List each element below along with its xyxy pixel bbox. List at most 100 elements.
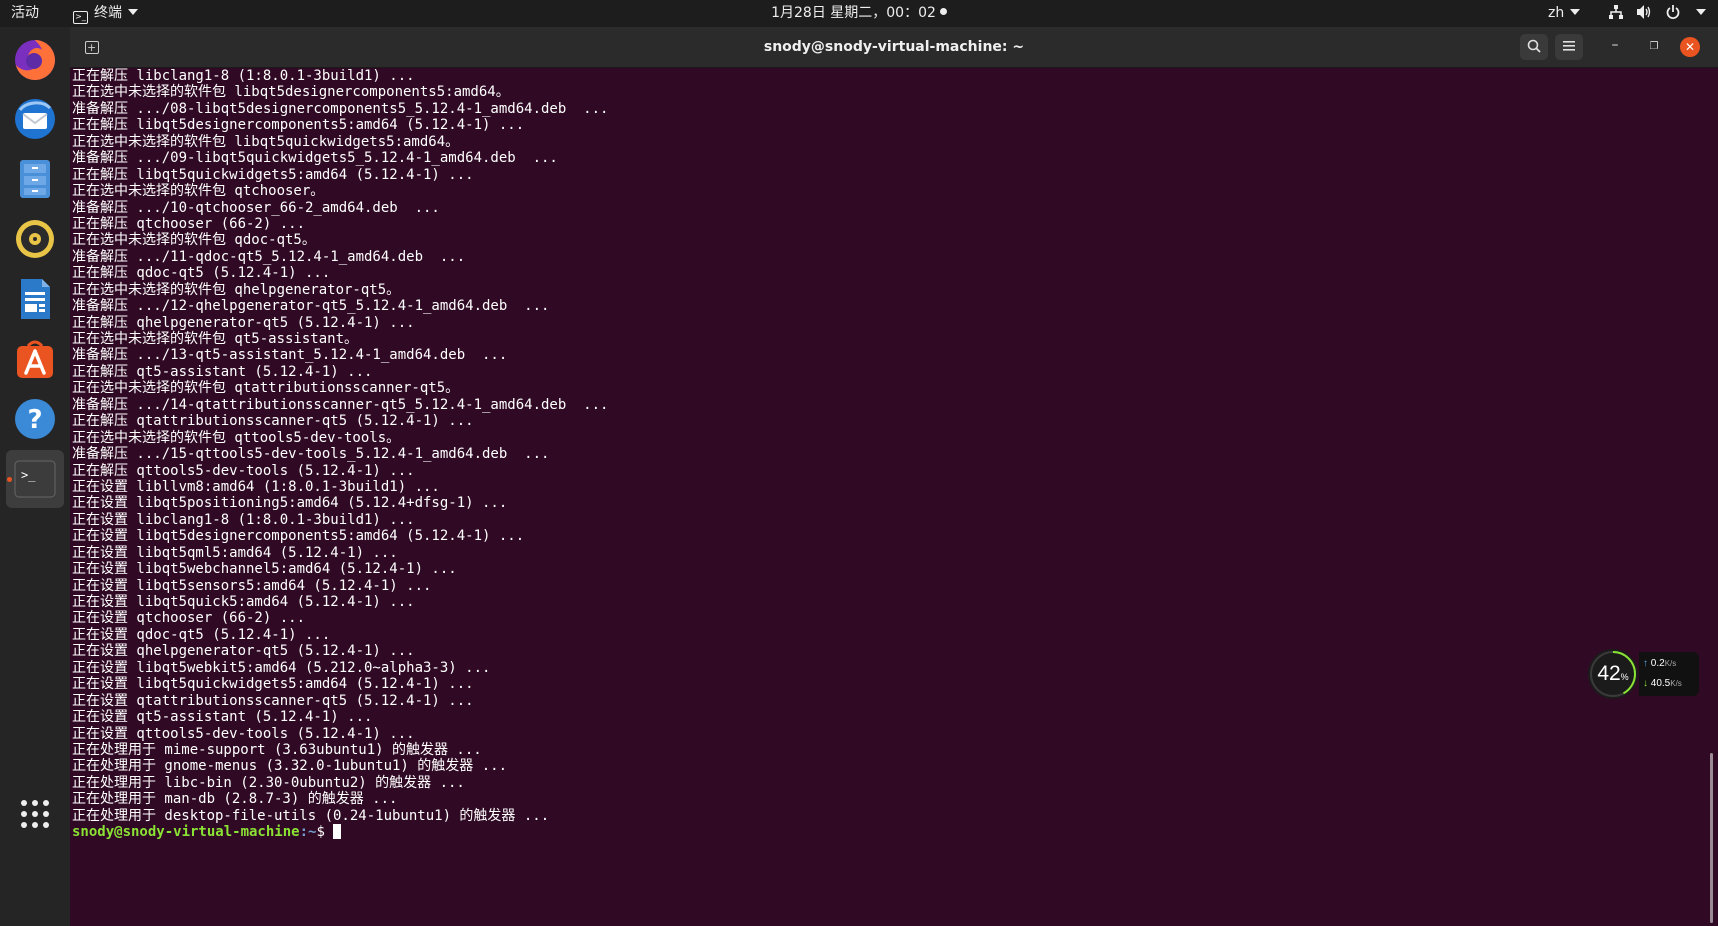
terminal-line: 正在设置 qhelpgenerator-qt5 (5.12.4-1) ... [72, 643, 415, 660]
svg-text:?: ? [27, 405, 42, 435]
language-label: zh [1548, 5, 1565, 21]
terminal-line: 正在选中未选择的软件包 qhelpgenerator-qt5。 [72, 281, 401, 298]
upload-value: 0.2 [1650, 658, 1665, 669]
window-title: snody@snody-virtual-machine: ~ [763, 39, 1025, 55]
terminal-line: 正在选中未选择的软件包 libqt5quickwidgets5:amd64。 [72, 133, 460, 150]
terminal-line: 正在解压 qdoc-qt5 (5.12.4-1) ... [72, 265, 331, 282]
minimize-button[interactable]: – [1602, 34, 1628, 60]
terminal-lines: 正在解压 libclang1-8 (1:8.0.1-3build1) ... 正在… [72, 68, 608, 841]
upload-speed: ↑ 0.2K/s [1643, 658, 1676, 669]
dock-terminal[interactable]: >_ [6, 450, 64, 508]
dock-firefox[interactable] [6, 30, 64, 88]
minimize-icon: – [1611, 37, 1619, 53]
dock-files[interactable] [6, 150, 64, 208]
terminal-line: 正在选中未选择的软件包 qt5-assistant。 [72, 331, 359, 347]
terminal-line: 正在解压 qtchooser (66-2) ... [72, 215, 306, 232]
terminal-output[interactable]: 正在解压 libclang1-8 (1:8.0.1-3build1) ... 正在… [70, 68, 1718, 926]
scrollbar-thumb[interactable] [1710, 753, 1713, 923]
terminal-line: 正在选中未选择的软件包 qtattributionsscanner-qt5。 [72, 380, 460, 397]
search-button[interactable] [1520, 34, 1548, 60]
firefox-icon [15, 40, 55, 80]
terminal-line: 正在解压 qttools5-dev-tools (5.12.4-1) ... [72, 462, 415, 479]
terminal-line: 正在选中未选择的软件包 qttools5-dev-tools。 [72, 429, 401, 446]
terminal-window: snody@snody-virtual-machine: ~ – ❐ ✕ 正在解… [70, 27, 1718, 926]
terminal-line: 正在设置 libclang1-8 (1:8.0.1-3build1) ... [72, 511, 415, 528]
terminal-line: 正在处理用于 desktop-file-utils (0.24-1ubuntu1… [72, 807, 550, 824]
software-store-icon [17, 340, 53, 378]
system-menu-chevron[interactable] [1690, 0, 1706, 27]
header-bar: snody@snody-virtual-machine: ~ – ❐ ✕ [70, 27, 1718, 68]
dock-help[interactable]: ? [6, 390, 64, 448]
svg-text:>_: >_ [21, 468, 36, 482]
close-icon: ✕ [1684, 40, 1696, 54]
prompt-line[interactable]: snody@snody-virtual-machine:~$ [72, 824, 608, 840]
terminal-line: 正在处理用于 libc-bin (2.30-0ubuntu2) 的触发器 ... [72, 774, 465, 791]
download-value: 40.5 [1650, 678, 1671, 689]
terminal-line: 正在设置 libqt5designercomponents5:amd64 (5.… [72, 528, 525, 545]
terminal-line: 正在设置 qdoc-qt5 (5.12.4-1) ... [72, 626, 331, 643]
help-icon: ? [15, 399, 55, 439]
prompt-symbol: $ [316, 824, 334, 841]
dock-thunderbird[interactable] [6, 90, 64, 148]
download-speed: ↓ 40.5K/s [1643, 678, 1682, 689]
terminal-line: 准备解压 .../11-qdoc-qt5_5.12.4-1_amd64.deb … [72, 248, 466, 265]
terminal-line: 正在解压 libclang1-8 (1:8.0.1-3build1) ... [72, 68, 415, 84]
terminal-line: 正在处理用于 man-db (2.8.7-3) 的触发器 ... [72, 791, 398, 808]
running-indicator [7, 477, 12, 482]
hamburger-icon [1563, 41, 1575, 51]
terminal-line: 准备解压 .../10-qtchooser_66-2_amd64.deb ... [72, 199, 440, 216]
prompt-path: :~ [299, 824, 317, 841]
notification-dot-icon [939, 8, 947, 15]
thunderbird-icon [15, 99, 55, 139]
terminal-line: 准备解压 .../15-qttools5-dev-tools_5.12.4-1_… [72, 446, 550, 463]
terminal-line: 正在设置 libqt5webkit5:amd64 (5.212.0~alpha3… [72, 659, 491, 676]
close-button[interactable]: ✕ [1680, 37, 1700, 57]
terminal-line: 准备解压 .../08-libqt5designercomponents5_5.… [72, 100, 609, 117]
network-speed-widget[interactable]: 42% ↑ 0.2K/s ↓ 40.5K/s [1587, 648, 1705, 700]
terminal-line: 正在设置 libqt5sensors5:amd64 (5.12.4-1) ... [72, 577, 432, 594]
terminal-line: 准备解压 .../09-libqt5quickwidgets5_5.12.4-1… [72, 150, 558, 167]
terminal-line: 正在设置 qtattributionsscanner-qt5 (5.12.4-1… [72, 692, 474, 709]
dock: ? >_ [0, 27, 70, 926]
terminal-line: 正在设置 libqt5quick5:amd64 (5.12.4-1) ... [72, 594, 415, 610]
upload-arrow-icon: ↑ [1643, 658, 1648, 669]
terminal-line: 正在设置 qttools5-dev-tools (5.12.4-1) ... [72, 725, 415, 742]
download-unit: K/s [1670, 679, 1682, 688]
terminal-line: 正在解压 libqt5designercomponents5:amd64 (5.… [72, 117, 525, 134]
terminal-line: 正在设置 qtchooser (66-2) ... [72, 610, 306, 627]
clock-label: 1月28日 星期二，00：02 [771, 5, 936, 21]
files-icon [20, 160, 50, 198]
usage-percent-unit: % [1620, 672, 1629, 682]
language-selector[interactable]: zh [1548, 0, 1581, 27]
maximize-button[interactable]: ❐ [1641, 34, 1667, 60]
menu-button[interactable] [1555, 34, 1583, 60]
prompt-user: snody@snody-virtual-machine [72, 824, 300, 841]
speed-box: ↑ 0.2K/s ↓ 40.5K/s [1639, 652, 1699, 696]
terminal-line: 正在设置 libqt5webchannel5:amd64 (5.12.4-1) … [72, 561, 457, 578]
dock-libreoffice-writer[interactable] [6, 270, 64, 328]
terminal-line: 正在设置 libqt5positioning5:amd64 (5.12.4+df… [72, 495, 508, 512]
terminal-line: 正在设置 libqt5qml5:amd64 (5.12.4-1) ... [72, 544, 398, 561]
terminal-line: 正在解压 libqt5quickwidgets5:amd64 (5.12.4-1… [72, 166, 474, 183]
network-icon[interactable] [1609, 0, 1623, 27]
dock-ubuntu-software[interactable] [6, 330, 64, 388]
clock[interactable]: 1月28日 星期二，00：02 [0, 0, 1718, 27]
terminal-icon: >_ [14, 460, 56, 498]
writer-icon [21, 279, 50, 319]
restore-icon: ❐ [1649, 41, 1659, 52]
volume-icon[interactable] [1637, 0, 1653, 27]
terminal-line: 正在解压 qhelpgenerator-qt5 (5.12.4-1) ... [72, 314, 415, 331]
top-bar: 活动 >_ 终端 1月28日 星期二，00：02 zh [0, 0, 1718, 27]
chevron-down-icon [1570, 9, 1581, 15]
terminal-line: 正在选中未选择的软件包 qtchooser。 [72, 183, 325, 200]
terminal-line: 准备解压 .../13-qt5-assistant_5.12.4-1_amd64… [72, 347, 508, 364]
usage-percent-value: 42 [1597, 662, 1621, 685]
terminal-line: 正在处理用于 gnome-menus (3.32.0-1ubuntu1) 的触发… [72, 758, 508, 775]
power-icon[interactable] [1666, 0, 1680, 27]
dock-show-applications[interactable] [6, 785, 64, 843]
terminal-line: 正在处理用于 mime-support (3.63ubuntu1) 的触发器 .… [72, 741, 482, 758]
text-cursor [333, 824, 342, 840]
search-icon [1527, 39, 1541, 53]
upload-unit: K/s [1664, 659, 1677, 668]
dock-rhythmbox[interactable] [6, 210, 64, 268]
